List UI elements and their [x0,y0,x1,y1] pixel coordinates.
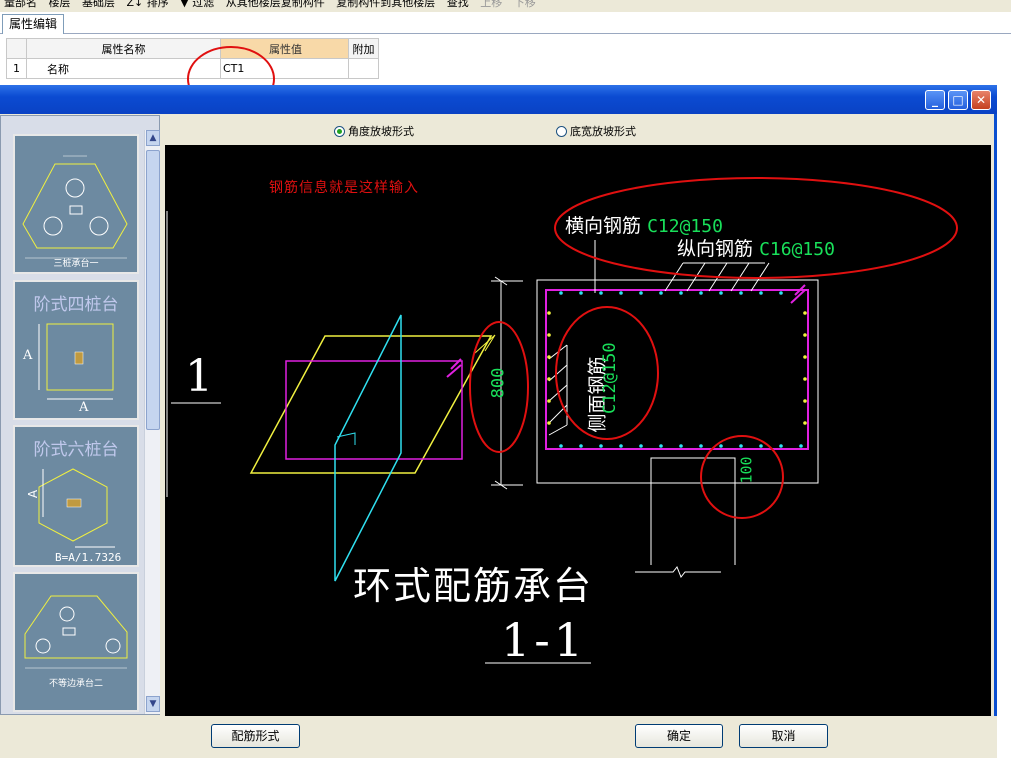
scroll-up-icon[interactable]: ▲ [146,130,160,146]
thumbnail-step-six-pile[interactable]: 阶式六桩台 A B=A/1.7326 [13,425,139,567]
row-index-header [6,38,27,59]
sort-button[interactable]: Z↓ 排序 [127,0,169,8]
dimension-b-label: A [79,400,89,415]
floor-select[interactable]: 基础层 [82,0,115,8]
radio-angle-label: 角度放坡形式 [348,125,414,138]
rebar-dialog: _ □ ✕ 三桩承台一 阶式四桩台 A A 阶式六桩台 A B=A/1.7326… [0,85,997,758]
minimize-icon[interactable]: _ [925,90,945,110]
longitudinal-rebar-value: C16@150 [759,239,835,260]
dimension-100: 100 [737,456,756,484]
four-pile-diagram [38,323,114,400]
ok-button[interactable]: 确定 [635,724,723,748]
unequal-side-diagram [24,595,128,669]
thumbnail-caption: 三桩承台一 [53,259,99,269]
scroll-thumb[interactable] [146,150,160,430]
cancel-button[interactable]: 取消 [739,724,828,748]
table-row[interactable]: 1 名称 CT1 [6,58,379,79]
thumbnail-unequal-side[interactable]: 不等边承台二 [13,572,139,712]
radio-angle-slope[interactable]: 角度放坡形式 [334,123,414,139]
thumbnail-step-four-pile[interactable]: 阶式四桩台 A A [13,280,139,420]
dialog-titlebar[interactable]: _ □ ✕ [0,85,997,114]
tab-bar: 属性编辑 [0,12,1011,34]
property-name-cell[interactable]: 名称 [26,58,221,79]
dimension-a-label: A [26,489,41,499]
shape-gallery: 三桩承台一 阶式四桩台 A A 阶式六桩台 A B=A/1.7326 不等边承台… [0,115,160,715]
close-icon[interactable]: ✕ [971,90,991,110]
longitudinal-rebar-label: 纵向钢筋 C16@150 [677,234,835,261]
thumbnail-formula: B=A/1.7326 [55,551,122,564]
tab-property-edit[interactable]: 属性编辑 [2,14,64,34]
rebar-form-button[interactable]: 配筋形式 [211,724,300,748]
property-value-cell[interactable]: CT1 [220,58,349,79]
maximize-icon[interactable]: □ [948,90,968,110]
thumbnail-three-pile[interactable]: 三桩承台一 [13,134,139,274]
drawing-main-title: 环式配筋承台 [353,564,594,608]
dimension-a-label: A [23,348,33,363]
move-down-button[interactable]: 下移 [514,0,536,8]
dimension-800: 800 [488,367,509,399]
copy-to-floor-button[interactable]: 复制构件到其他楼层 [336,0,435,8]
radio-checked-icon [334,125,345,137]
column-header-value: 属性值 [220,38,349,59]
transverse-rebar-name: 横向钢筋 [565,215,642,237]
dialog-button-bar: 配筋形式 确定 取消 [0,716,997,758]
find-button[interactable]: 查找 [447,0,469,8]
thumbnail-caption: 不等边承台二 [48,679,103,689]
move-up-button[interactable]: 上移 [480,0,502,8]
filter-button[interactable]: ▼ 过滤 [180,0,214,8]
toolbar-item[interactable]: 量部名 [4,0,37,8]
main-toolbar: 量部名 楼层 基础层 Z↓ 排序 ▼ 过滤 从其他楼层复制构件 复制构件到其他楼… [0,0,1011,12]
copy-from-floor-button[interactable]: 从其他楼层复制构件 [226,0,325,8]
scroll-down-icon[interactable]: ▼ [146,696,160,712]
column-header-name: 属性名称 [26,38,221,59]
radio-width-slope[interactable]: 底宽放坡形式 [556,123,636,139]
gallery-scrollbar[interactable]: ▲ ▼ [144,130,160,714]
drawing-section-title: 1-1 [501,613,588,667]
longitudinal-rebar-name: 纵向钢筋 [677,238,754,260]
radio-unchecked-icon [556,125,567,137]
property-table: 属性名称 属性值 附加 1 名称 CT1 [6,38,379,79]
radio-width-label: 底宽放坡形式 [570,125,636,138]
red-note-text: 钢筋信息就是这样输入 [269,180,419,196]
drawing-canvas: 钢筋信息就是这样输入 横向钢筋 C12@150 纵向钢筋 C16@150 侧面钢… [165,145,991,716]
three-pile-diagram [22,155,128,259]
side-rebar-value-label: C12@150 [600,342,620,414]
property-extra-cell[interactable] [348,58,379,79]
section-mark-number: 1 [185,351,213,402]
toolbar-item[interactable]: 楼层 [49,0,71,8]
column-header-extra: 附加 [348,38,379,59]
row-index: 1 [6,58,27,79]
slope-options: 角度放坡形式 底宽放坡形式 [164,118,991,144]
